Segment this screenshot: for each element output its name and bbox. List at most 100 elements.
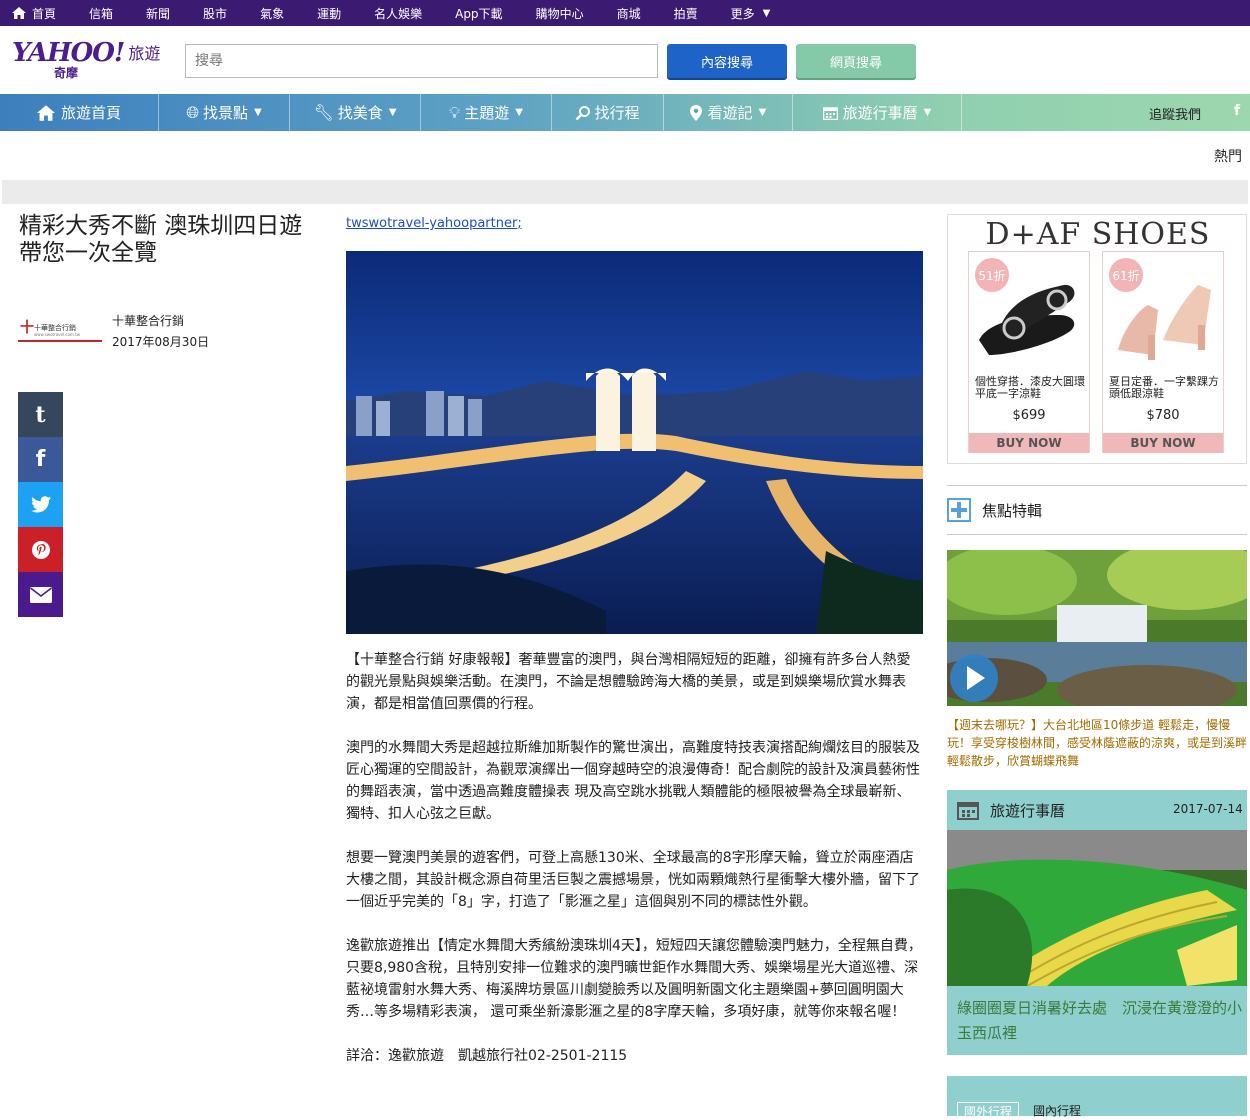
author-logo: 十 十華整合行銷 www.swotravel.com.tw — [18, 319, 102, 342]
tab-domestic[interactable]: 國內行程 — [1027, 1102, 1087, 1118]
hot-label: 熱門 — [1214, 149, 1242, 165]
tab-overseas[interactable]: 國外行程 — [957, 1102, 1020, 1119]
ad-product-card[interactable]: 61折 夏日定番．一字繫踝方頭低跟涼鞋 $780 BUY NOW — [1102, 251, 1224, 453]
nav-item-food[interactable]: 🔧︎ 找美食 ▼ — [290, 94, 421, 131]
web-search-button[interactable]: 網頁搜尋 — [796, 44, 916, 78]
search-input[interactable] — [185, 44, 658, 78]
caret-down-icon: ▼ — [758, 107, 767, 118]
calendar-date: 2017-07-14 — [1173, 802, 1243, 816]
travel-calendar-box: 旅遊行事曆 2017-07-14 綠圈圈夏日消暑好去處 沉浸在黃澄澄的小玉西瓜裡 — [947, 790, 1247, 1055]
email-icon — [29, 586, 52, 603]
top-utility-bar: 首頁 信箱 新聞 股市 氣象 運動 名人娛樂 App下載 購物中心 商城 拍賣 … — [0, 0, 1250, 26]
topbar-item-label: 首頁 — [32, 6, 57, 21]
itinerary-box: 國外行程 國內行程 — [947, 1076, 1247, 1119]
source-link-suffix: ; — [517, 216, 522, 231]
focus-feature-title: 焦點特輯 — [982, 502, 1043, 520]
article-title: 精彩大秀不斷 澳珠圳四日遊帶您一次全覽 — [19, 213, 303, 266]
ad-brand: D+AF SHOES — [985, 217, 1211, 252]
topbar-item-auction[interactable]: 拍賣 — [674, 5, 698, 22]
ad-product-card[interactable]: 51折 個性穿搭．漆皮大圓環平底一字涼鞋 $699 BUY NOW — [968, 251, 1090, 453]
buy-now-button[interactable]: BUY NOW — [969, 433, 1089, 453]
nav-item-travel-home[interactable]: 旅遊首頁 — [0, 94, 159, 131]
nav-item-label: 旅遊首頁 — [60, 104, 121, 122]
topbar-item-more[interactable]: 更多 ▼ — [731, 5, 771, 22]
site-header: YAHOO! 旅遊 奇摩 內容搜尋 網頁搜尋 — [0, 26, 1250, 94]
topbar-item-sports[interactable]: 運動 — [317, 5, 341, 22]
share-facebook-button[interactable]: f — [18, 437, 63, 482]
author-name: 十華整合行銷 — [112, 314, 185, 328]
nav-item-attractions[interactable]: 🌐︎ 找景點 ▼ — [159, 94, 290, 131]
wrench-icon: 🔧︎ — [313, 103, 334, 122]
calendar-caption[interactable]: 綠圈圈夏日消暑好去處 沉浸在黃澄澄的小玉西瓜裡 — [957, 996, 1242, 1046]
share-pinterest-button[interactable] — [18, 527, 63, 572]
plus-square-icon — [947, 498, 971, 522]
calendar-icon — [822, 106, 838, 120]
logo-yahoo-text: YAHOO! — [12, 38, 125, 68]
buy-now-button[interactable]: BUY NOW — [1103, 433, 1223, 453]
caret-down-icon: ▼ — [923, 107, 932, 118]
nav-item-label: 找行程 — [594, 104, 640, 122]
logo-sub-text: 奇摩 — [54, 66, 79, 80]
nav-item-itinerary[interactable]: 找行程 — [552, 94, 664, 131]
product-price: $780 — [1146, 408, 1180, 423]
article-paragraph: 想要一覽澳門美景的遊客們，可登上高懸130米、全球最高的8字形摩天輪，聳立於兩座… — [346, 850, 920, 910]
tumblr-icon: t — [35, 401, 46, 428]
bulb-icon: 💡︎ — [449, 102, 461, 122]
share-email-button[interactable] — [18, 572, 63, 617]
topbar-item-app[interactable]: App下載 — [455, 5, 502, 22]
facebook-icon[interactable]: f — [1234, 103, 1240, 119]
product-desc: 個性穿搭．漆皮大圓環平底一字涼鞋 — [975, 375, 1085, 400]
chevron-down-icon: ▼ — [762, 7, 771, 19]
search-icon — [576, 105, 591, 120]
follow-us-link[interactable]: 追蹤我們 — [1149, 104, 1201, 123]
discount-badge: 61折 — [1109, 258, 1143, 292]
content-search-button[interactable]: 內容搜尋 — [667, 44, 787, 78]
topbar-item-mall[interactable]: 商城 — [617, 5, 641, 22]
nav-item-label: 找美食 — [337, 104, 383, 122]
calendar-title: 旅遊行事曆 — [990, 802, 1066, 820]
article-paragraph: 【十華整合行銷 好康報報】奢華豐富的澳門，與台灣相隔短短的距離，卻擁有許多台人熱… — [346, 652, 911, 712]
topbar-item-weather[interactable]: 氣象 — [260, 5, 284, 22]
calendar-icon — [957, 802, 979, 820]
nav-item-calendar[interactable]: 旅遊行事曆 ▼ — [793, 94, 962, 131]
topbar-item-celebrity[interactable]: 名人娛樂 — [374, 5, 422, 22]
discount-badge: 51折 — [975, 258, 1009, 292]
nav-item-travelogue[interactable]: 看遊記 ▼ — [664, 94, 793, 131]
article-paragraph: 逸歡旅遊推出【情定水舞間大秀繽紛澳珠圳4天】，短短四天讓您體驗澳門魅力，全程無自… — [346, 938, 922, 1020]
twitter-icon — [30, 496, 51, 513]
main-nav: 旅遊首頁 🌐︎ 找景點 ▼ 🔧︎ 找美食 ▼ 💡︎ 主題遊 ▼ 找行程 看遊記 … — [0, 94, 1250, 131]
caret-down-icon: ▼ — [515, 107, 523, 118]
nav-item-label: 找景點 — [203, 104, 249, 122]
share-tumblr-button[interactable]: t — [18, 392, 63, 437]
home-icon — [36, 104, 55, 121]
topbar-item-stock[interactable]: 股市 — [203, 5, 227, 22]
topbar-item-mail[interactable]: 信箱 — [89, 5, 113, 22]
shoe-ad[interactable]: D+AF SHOES 51折 個性穿搭．漆皮大圓環平底一字涼鞋 $699 BUY… — [947, 214, 1247, 464]
yahoo-travel-logo[interactable]: YAHOO! 旅遊 奇摩 — [12, 38, 161, 80]
focus-feature-caption[interactable]: 【週末去哪玩？】大台北地區10條步道 輕鬆走，慢慢玩！享受穿梭樹林間，感受林蔭遮… — [947, 716, 1247, 770]
svg-text:十: 十 — [20, 319, 34, 336]
source-link[interactable]: twswotravel-yahoopartner; — [346, 216, 522, 231]
topbar-item-news[interactable]: 新聞 — [146, 5, 170, 22]
article-body: 【十華整合行銷 好康報報】奢華豐富的澳門，與台灣相隔短短的距離，卻擁有許多台人熱… — [346, 649, 924, 1089]
grey-divider-band — [2, 180, 1248, 204]
watermelon-stairs-image[interactable] — [947, 830, 1247, 986]
hero-image-bridge — [346, 251, 923, 634]
caret-down-icon: ▼ — [388, 107, 397, 118]
nav-item-label: 主題遊 — [464, 104, 510, 122]
topbar-item-shopping[interactable]: 購物中心 — [536, 5, 584, 22]
svg-text:www.swotravel.com.tw: www.swotravel.com.tw — [34, 332, 81, 337]
globe-icon: 🌐︎ — [186, 102, 200, 122]
facebook-icon: f — [35, 447, 46, 472]
share-twitter-button[interactable] — [18, 482, 63, 527]
nav-item-label: 看遊記 — [707, 104, 753, 122]
product-desc: 夏日定番．一字繫踝方頭低跟涼鞋 — [1109, 375, 1219, 400]
logo-section-name: 旅遊 — [128, 44, 161, 63]
nav-item-themes[interactable]: 💡︎ 主題遊 ▼ — [421, 94, 552, 131]
svg-text:十華整合行銷: 十華整合行銷 — [34, 323, 76, 332]
home-icon — [12, 7, 26, 19]
waterfall-feature-image[interactable] — [947, 550, 1247, 706]
article-paragraph: 詳洽：逸歡旅遊 凱越旅行社02-2501-2115 — [346, 1048, 628, 1064]
topbar-item-home[interactable]: 首頁 — [12, 5, 56, 22]
map-pin-icon — [689, 104, 702, 121]
